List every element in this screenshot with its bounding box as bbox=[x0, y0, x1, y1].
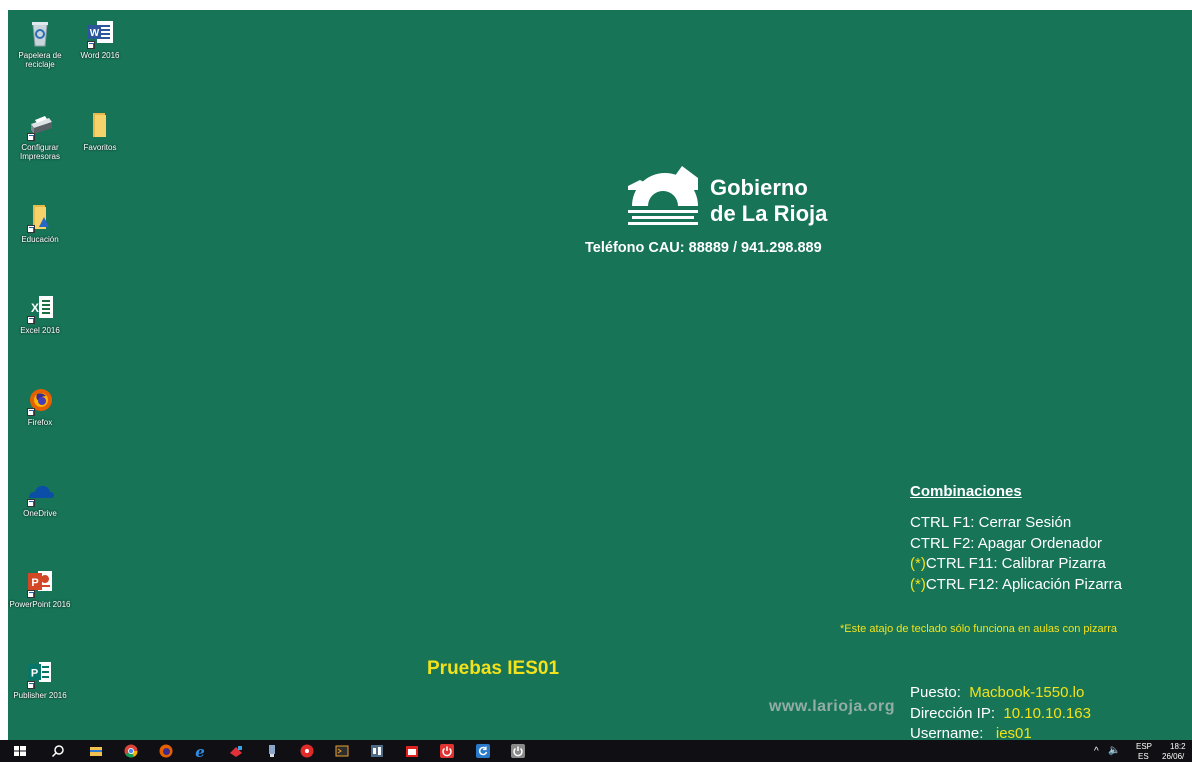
desktop-icon-firefox[interactable]: Firefox bbox=[8, 385, 72, 427]
shortcut-item: CTRL F1: Cerrar Sesión bbox=[910, 514, 1072, 531]
logo-line-1: Gobierno bbox=[710, 175, 808, 200]
desktop-icon-educacion[interactable]: Educación bbox=[8, 202, 72, 244]
firefox-icon[interactable] bbox=[158, 743, 174, 759]
chevron-up-icon[interactable]: ^ bbox=[1094, 746, 1099, 757]
taskbar: e ^ 🔈 ESP ES 18:2 26/06/ bbox=[0, 740, 1192, 762]
terminal-icon[interactable] bbox=[334, 743, 350, 759]
desktop-icon-printers[interactable]: Configurar Impresoras bbox=[8, 110, 72, 161]
desktop-icon-label: Favoritos bbox=[83, 143, 117, 152]
desktop-icon-label: Firefox bbox=[27, 418, 53, 427]
ip-row: Dirección IP: 10.10.10.163 bbox=[910, 704, 1091, 722]
onedrive-icon bbox=[25, 476, 55, 507]
publisher-icon: P bbox=[25, 658, 55, 689]
shortcut-arrow-icon bbox=[27, 408, 35, 416]
windows-start-icon[interactable] bbox=[12, 743, 28, 759]
file-explorer-icon[interactable] bbox=[88, 743, 104, 759]
desktop-icon-favoritos[interactable]: Favoritos bbox=[68, 110, 132, 152]
recycle-bin-icon bbox=[25, 18, 55, 48]
desktop-icon-label: Educación bbox=[21, 235, 59, 244]
shortcut-arrow-icon bbox=[27, 133, 35, 141]
shortcut-list: CTRL F1: Cerrar Sesión CTRL F2: Apagar O… bbox=[910, 513, 1122, 595]
education-folder-icon bbox=[25, 202, 55, 233]
username-row: Username: ies01 bbox=[910, 725, 1032, 740]
search-icon[interactable] bbox=[50, 743, 66, 759]
logo-text: Gobierno de La Rioja bbox=[710, 175, 827, 227]
clock-date[interactable]: 26/06/ bbox=[1162, 752, 1184, 761]
desktop-icon-label: OneDrive bbox=[23, 509, 57, 518]
logo-line-2: de La Rioja bbox=[710, 201, 828, 226]
desktop-icon-onedrive[interactable]: OneDrive bbox=[8, 476, 72, 518]
app-icon[interactable] bbox=[228, 743, 244, 759]
firefox-icon bbox=[25, 385, 55, 416]
desktop-icon-label: Word 2016 bbox=[80, 51, 120, 60]
desktop-icon-powerpoint[interactable]: P PowerPoint 2016 bbox=[8, 567, 72, 609]
shortcut-item: (*)CTRL F11: Calibrar Pizarra bbox=[910, 555, 1106, 572]
shortcut-arrow-icon bbox=[27, 681, 35, 689]
language-top[interactable]: ESP bbox=[1136, 742, 1152, 751]
shortcut-note: *Este atajo de teclado sólo funciona en … bbox=[840, 623, 1118, 635]
shortcut-item: CTRL F2: Apagar Ordenador bbox=[910, 534, 1103, 552]
svg-text:P: P bbox=[31, 668, 38, 680]
excel-icon: X bbox=[25, 293, 55, 324]
shortcut-arrow-icon bbox=[27, 499, 35, 507]
desktop-icon-label: Publisher 2016 bbox=[13, 691, 67, 700]
powerpoint-icon: P bbox=[25, 567, 55, 598]
desktop-icon-label: Configurar Impresoras bbox=[19, 143, 60, 161]
language-bottom[interactable]: ES bbox=[1138, 752, 1149, 761]
shortcut-arrow-icon bbox=[87, 41, 95, 49]
desktop-icon-word[interactable]: W Word 2016 bbox=[68, 18, 132, 60]
desktop-icon-excel[interactable]: X Excel 2016 bbox=[8, 293, 72, 335]
shortcut-item: (*)CTRL F12: Aplicación Pizarra bbox=[910, 575, 1123, 593]
calendar-icon[interactable] bbox=[404, 743, 420, 759]
edge-icon[interactable]: e bbox=[192, 743, 208, 759]
power-icon[interactable] bbox=[439, 743, 455, 759]
clock-time[interactable]: 18:2 bbox=[1170, 742, 1186, 751]
shutdown-icon[interactable] bbox=[510, 743, 526, 759]
shortcut-arrow-icon bbox=[27, 316, 35, 324]
folder-icon bbox=[85, 110, 115, 140]
cau-phone: Teléfono CAU: 88889 / 941.298.889 bbox=[585, 240, 822, 256]
desktop: Papelera de reciclaje W Word 2016 Config… bbox=[8, 10, 1192, 740]
svg-text:X: X bbox=[31, 301, 39, 315]
desktop-icon-label: Excel 2016 bbox=[20, 326, 60, 335]
word-icon: W bbox=[85, 18, 115, 49]
puesto-row: Puesto: Macbook-1550.lo bbox=[910, 684, 1085, 701]
desktop-icon-label: PowerPoint 2016 bbox=[9, 600, 71, 609]
combinations-title: Combinaciones bbox=[910, 483, 1022, 500]
tool-icon[interactable] bbox=[369, 743, 385, 759]
system-info: Puesto: Macbook-1550.lo Dirección IP: 10… bbox=[910, 683, 1091, 740]
usb-icon[interactable] bbox=[264, 743, 280, 759]
shortcut-arrow-icon bbox=[27, 590, 35, 598]
printer-icon bbox=[25, 110, 55, 141]
desktop-icon-recycle-bin[interactable]: Papelera de reciclaje bbox=[8, 18, 72, 69]
shortcut-arrow-icon bbox=[27, 225, 35, 233]
desktop-icon-label: Papelera de reciclaje bbox=[18, 51, 62, 69]
svg-text:P: P bbox=[31, 577, 38, 589]
system-tray: ^ 🔈 ESP ES 18:2 26/06/ bbox=[1092, 740, 1192, 762]
volume-icon[interactable]: 🔈 bbox=[1108, 745, 1120, 756]
lab-name: Pruebas IES01 bbox=[427, 658, 560, 679]
chrome-icon[interactable] bbox=[123, 743, 139, 759]
watermark: www.larioja.org bbox=[769, 698, 896, 715]
svg-text:e: e bbox=[195, 743, 205, 759]
refresh-icon[interactable] bbox=[475, 743, 491, 759]
music-icon[interactable] bbox=[299, 743, 315, 759]
desktop-icon-publisher[interactable]: P Publisher 2016 bbox=[8, 658, 72, 700]
svg-text:W: W bbox=[90, 28, 100, 39]
